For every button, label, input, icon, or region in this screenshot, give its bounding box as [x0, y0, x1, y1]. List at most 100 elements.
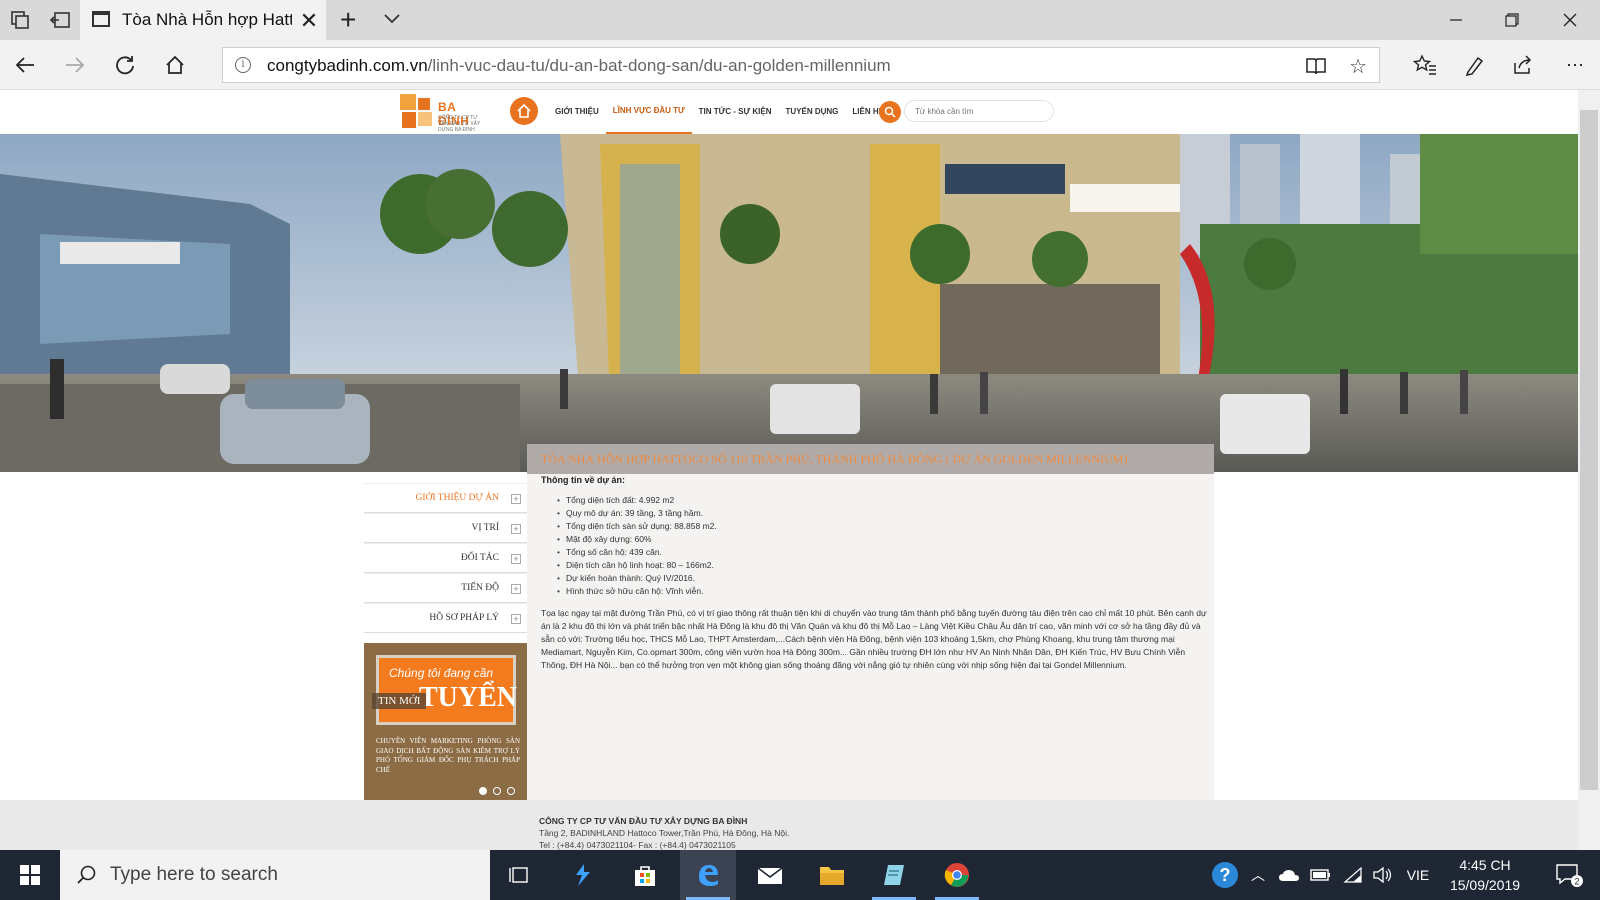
edge-icon[interactable] [680, 850, 736, 900]
side-item-vi-tri[interactable]: VỊ TRÍ + [364, 513, 527, 543]
back-icon[interactable] [12, 52, 38, 78]
project-description: Tọa lạc ngay tại mặt đường Trần Phú, có … [541, 608, 1207, 670]
close-tab-icon[interactable]: ✕ [298, 8, 320, 34]
chrome-icon[interactable] [929, 850, 985, 900]
fact-item: Diện tích căn hộ linh hoạt: 80 – 166m2. [557, 559, 717, 572]
site-footer: CÔNG TY CP TƯ VẤN ĐẦU TƯ XÂY DỰNG BA ĐÌN… [0, 800, 1578, 850]
windows-start-icon[interactable] [0, 850, 60, 900]
file-explorer-icon[interactable] [804, 850, 860, 900]
more-icon[interactable]: ⋯ [1562, 52, 1588, 78]
taskbar-search[interactable]: Type here to search [60, 850, 490, 900]
fact-item: Quy mô dự án: 39 tầng, 3 tầng hầm. [557, 507, 717, 520]
address-toolbar: i congtybadinh.com.vn/linh-vuc-dau-tu/du… [0, 40, 1600, 90]
minimize-icon[interactable] [1428, 0, 1484, 40]
reading-view-icon[interactable] [1305, 56, 1327, 81]
plus-icon: + [511, 584, 521, 594]
battery-icon[interactable] [1306, 850, 1336, 900]
taskbar-search-placeholder: Type here to search [110, 864, 278, 885]
page-icon [92, 11, 110, 27]
home-button[interactable] [510, 97, 538, 125]
chevron-down-icon[interactable] [382, 8, 402, 33]
nav-linh-vuc-dau-tu[interactable]: LĨNH VỰC ĐẦU TƯ [605, 90, 692, 134]
side-item-label: HỒ SƠ PHÁP LÝ [429, 613, 499, 623]
tab-title: Tòa Nhà Hỗn hợp Hattc [122, 10, 292, 29]
set-aside-tabs-icon[interactable] [48, 8, 72, 32]
volume-icon[interactable] [1368, 850, 1398, 900]
restore-icon[interactable] [1484, 0, 1540, 40]
plus-icon: + [511, 494, 521, 504]
side-item-doi-tac[interactable]: ĐỐI TÁC + [364, 543, 527, 573]
search-icon [76, 864, 98, 891]
url-host: congtybadinh.com.vn [267, 56, 428, 75]
carousel-dot[interactable] [493, 787, 501, 795]
address-field[interactable]: i congtybadinh.com.vn/linh-vuc-dau-tu/du… [222, 47, 1380, 83]
store-icon[interactable] [617, 850, 673, 900]
news-banner-line1: Chúng tôi đang cần [389, 666, 494, 680]
scroll-thumb[interactable] [1580, 110, 1598, 790]
project-facts: Tổng diện tích đất: 4.992 m2 Quy mô dự á… [557, 494, 717, 598]
close-window-icon[interactable] [1542, 0, 1598, 40]
site-search-input[interactable] [904, 100, 1054, 122]
action-center-icon[interactable]: 2 [1544, 850, 1594, 900]
info-icon[interactable]: i [235, 57, 251, 73]
nav-tuyen-dung[interactable]: TUYỂN DỤNG [778, 90, 845, 134]
mail-icon[interactable] [742, 850, 798, 900]
side-item-gioi-thieu-du-an[interactable]: GIỚI THIỆU DỰ ÁN + [364, 483, 527, 513]
side-item-ho-so-phap-ly[interactable]: HỒ SƠ PHÁP LÝ + [364, 603, 527, 633]
visual-studio-icon[interactable] [555, 850, 611, 900]
carousel-dot[interactable] [507, 787, 515, 795]
side-item-label: TIẾN ĐỘ [461, 583, 499, 593]
refresh-icon[interactable] [112, 52, 138, 78]
new-tab-icon[interactable]: + [340, 4, 356, 36]
clock-time: 4:45 CH [1459, 857, 1511, 873]
task-view-icon[interactable] [492, 850, 548, 900]
notepad-icon[interactable] [866, 850, 922, 900]
star-icon[interactable]: ☆ [1349, 54, 1367, 79]
side-item-tien-do[interactable]: TIẾN ĐỘ + [364, 573, 527, 603]
help-icon[interactable]: ? [1208, 850, 1242, 900]
hero-illustration [0, 134, 1578, 472]
share-icon[interactable] [1510, 52, 1536, 78]
fact-item: Tổng diện tích sàn sử dụng: 88.858 m2. [557, 520, 717, 533]
clock[interactable]: 4:45 CH 15/09/2019 [1444, 850, 1526, 900]
nav-gioi-thieu[interactable]: GIỚI THIỆU [548, 90, 606, 134]
fact-item: Mật độ xây dựng: 60% [557, 533, 717, 546]
taskbar: Type here to search ? ︿ VIE 4:45 CH 15/0… [0, 850, 1600, 900]
onedrive-icon[interactable] [1274, 850, 1304, 900]
url-text[interactable]: congtybadinh.com.vn/linh-vuc-dau-tu/du-a… [267, 56, 891, 76]
news-box[interactable]: Chúng tôi đang cần TUYỂN TIN MỚI CHUYÊN … [364, 643, 527, 803]
carousel-dots [479, 787, 515, 795]
scrollbar[interactable] [1578, 90, 1600, 850]
footer-phone: Tel : (+84.4) 0473021104- Fax : (+84.4) … [539, 840, 736, 850]
tab-preview-icon[interactable] [8, 8, 32, 32]
clock-date: 15/09/2019 [1449, 877, 1521, 893]
favorites-icon[interactable] [1412, 52, 1438, 78]
carousel-dot[interactable] [479, 787, 487, 795]
web-page: BA ĐÌNH CÔNG TY CP TƯ VẤN ĐẦU TƯ XÂY DỰN… [0, 90, 1600, 850]
site-logo[interactable]: BA ĐÌNH CÔNG TY CP TƯ VẤN ĐẦU TƯ XÂY DỰN… [400, 94, 484, 133]
forward-icon[interactable] [62, 52, 88, 78]
footer-address: Tầng 2, BADINHLAND Hattoco Tower,Trần Ph… [539, 828, 790, 838]
info-heading: Thông tin về dự án: [541, 475, 626, 485]
language-indicator[interactable]: VIE [1400, 850, 1436, 900]
news-headline[interactable]: CHUYÊN VIÊN MARKETING PHÒNG SÀN GIAO DỊC… [376, 737, 520, 775]
chevron-up-icon[interactable]: ︿ [1246, 850, 1270, 900]
side-menu: GIỚI THIỆU DỰ ÁN + VỊ TRÍ + ĐỐI TÁC + TIẾN … [364, 483, 527, 633]
search-icon[interactable] [879, 101, 901, 123]
plus-icon: + [511, 614, 521, 624]
home-icon[interactable] [162, 52, 188, 78]
news-banner[interactable]: Chúng tôi đang cần TUYỂN [376, 655, 518, 725]
active-tab[interactable]: Tòa Nhà Hỗn hợp Hattc ✕ [80, 0, 326, 40]
news-banner-line2: TUYỂN [419, 682, 518, 713]
site-nav: GIỚI THIỆU LĨNH VỰC ĐẦU TƯ TIN TỨC - SỰ … [548, 90, 891, 134]
nav-tin-tuc-su-kien[interactable]: TIN TỨC - SỰ KIỆN [692, 90, 779, 134]
hero-banner [0, 134, 1578, 472]
project-title: TÒA NHÀ HỖN HỢP HATTOCO SỐ 110 TRẦN PHÚ,… [527, 444, 1214, 474]
url-path: /linh-vuc-dau-tu/du-an-bat-dong-san/du-a… [427, 56, 891, 75]
fact-item: Dự kiến hoàn thành: Quý IV/2016. [557, 572, 717, 585]
footer-company: CÔNG TY CP TƯ VẤN ĐẦU TƯ XÂY DỰNG BA ĐÌN… [539, 816, 748, 826]
fact-item: Tổng số căn hộ: 439 căn. [557, 546, 717, 559]
pen-icon[interactable] [1462, 52, 1488, 78]
site-header: BA ĐÌNH CÔNG TY CP TƯ VẤN ĐẦU TƯ XÂY DỰN… [0, 90, 1578, 134]
wifi-icon[interactable] [1338, 850, 1368, 900]
